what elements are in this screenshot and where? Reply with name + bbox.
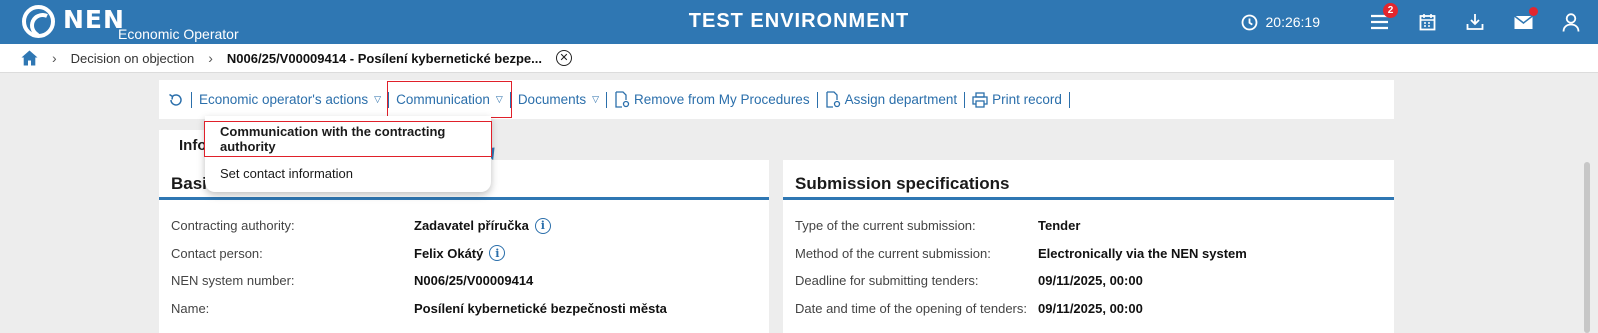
submission-specifications-panel: Submission specifications Type of the cu… <box>783 160 1394 333</box>
menu-item-communication-with-authority[interactable]: Communication with the contracting autho… <box>204 121 492 157</box>
info-row: Contact person: Felix Okátý i <box>159 240 769 268</box>
refresh-icon[interactable] <box>168 92 184 108</box>
info-row: Deadline for submitting tenders: 09/11/2… <box>783 267 1394 295</box>
user-icon[interactable] <box>1560 11 1582 33</box>
mail-notification-dot <box>1529 7 1538 16</box>
documents-label: Documents <box>517 92 587 107</box>
home-icon[interactable] <box>21 50 38 66</box>
economic-actions-label: Economic operator's actions <box>199 92 369 107</box>
row-value: 09/11/2025, 00:00 <box>1038 273 1143 289</box>
menu-item-set-contact-information[interactable]: Set contact information <box>205 158 491 188</box>
row-label: Date and time of the opening of tenders: <box>795 300 1027 316</box>
triangle-down-icon: ▽ <box>374 94 382 104</box>
chevron-right-icon: › <box>208 50 213 66</box>
row-label: Method of the current submission: <box>795 245 991 261</box>
calendar-icon[interactable] <box>1416 11 1438 33</box>
info-row: Method of the current submission: Electr… <box>783 240 1394 268</box>
separator <box>1068 91 1070 108</box>
document-settings-icon <box>825 91 840 108</box>
assign-label: Assign department <box>844 92 958 107</box>
info-row: NEN system number: N006/25/V00009414 <box>159 267 769 295</box>
row-label: Deadline for submitting tenders: <box>795 273 979 289</box>
top-bar: NEN Economic Operator TEST ENVIRONMENT 2… <box>0 0 1598 44</box>
row-value: Electronically via the NEN system <box>1038 245 1247 261</box>
row-value: N006/25/V00009414 <box>414 273 534 289</box>
print-record-button[interactable]: Print record <box>972 80 1062 119</box>
breadcrumb-item-current: N006/25/V00009414 - Posílení kybernetick… <box>226 50 542 66</box>
separator <box>964 91 966 108</box>
row-label: Contracting authority: <box>171 218 295 234</box>
row-value: Felix Okátý i <box>414 245 506 262</box>
action-toolbar: Economic operator's actions ▽ Communicat… <box>159 80 1394 119</box>
triangle-down-icon: ▽ <box>495 94 503 104</box>
economic-actions-menu[interactable]: Economic operator's actions ▽ <box>199 80 381 119</box>
row-value: Tender <box>1038 218 1081 234</box>
row-value: Posílení kybernetické bezpečnosti města <box>414 300 667 316</box>
mail-icon[interactable] <box>1512 7 1538 33</box>
session-clock: 20:26:19 <box>1241 14 1321 31</box>
separator <box>606 91 608 108</box>
info-row: Name: Posílení kybernetické bezpečnosti … <box>159 295 769 323</box>
vertical-scrollbar[interactable] <box>1584 162 1590 333</box>
separator <box>816 91 818 108</box>
menu-icon[interactable]: 2 <box>1368 3 1398 33</box>
row-label: Contact person: <box>171 245 263 261</box>
row-label: Name: <box>171 300 210 316</box>
menu-badge: 2 <box>1383 3 1398 18</box>
document-settings-icon <box>615 91 630 108</box>
chevron-right-icon: › <box>52 50 57 66</box>
contact-person-value: Felix Okátý <box>414 245 484 261</box>
assign-department-button[interactable]: Assign department <box>825 80 958 119</box>
info-row: Date and time of the opening of tenders:… <box>783 295 1394 323</box>
clock-time: 20:26:19 <box>1265 14 1321 30</box>
info-icon[interactable]: i <box>489 245 506 262</box>
row-label: Type of the current submission: <box>795 218 976 234</box>
info-row: Type of the current submission: Tender <box>783 212 1394 240</box>
separator <box>191 91 192 108</box>
clock-icon <box>1241 14 1257 30</box>
documents-menu[interactable]: Documents ▽ <box>518 80 599 119</box>
breadcrumb: › Decision on objection › N006/25/V00009… <box>0 44 1598 73</box>
close-icon[interactable]: ✕ <box>556 50 572 66</box>
communication-label: Communication <box>396 92 490 107</box>
row-label: NEN system number: <box>171 273 295 289</box>
print-label: Print record <box>992 92 1062 107</box>
remove-from-procedures-button[interactable]: Remove from My Procedures <box>614 80 810 119</box>
contracting-authority-value: Zadavatel příručka <box>414 218 529 234</box>
remove-label: Remove from My Procedures <box>634 92 810 107</box>
panel-title: Submission specifications <box>783 160 1394 200</box>
header-actions: 20:26:19 2 <box>1241 0 1583 44</box>
row-value: 09/11/2025, 00:00 <box>1038 300 1143 316</box>
communication-menu[interactable]: Communication ▽ <box>387 81 512 118</box>
info-icon[interactable]: i <box>534 217 551 234</box>
download-icon[interactable] <box>1464 11 1486 33</box>
separator <box>509 91 511 108</box>
row-value: Zadavatel příručka i <box>414 217 551 234</box>
breadcrumb-item-decision[interactable]: Decision on objection <box>71 51 195 66</box>
communication-dropdown: Communication with the contracting autho… <box>204 116 492 192</box>
info-row: Contracting authority: Zadavatel příručk… <box>159 212 769 240</box>
printer-icon <box>972 91 988 108</box>
triangle-down-icon: ▽ <box>592 94 600 104</box>
